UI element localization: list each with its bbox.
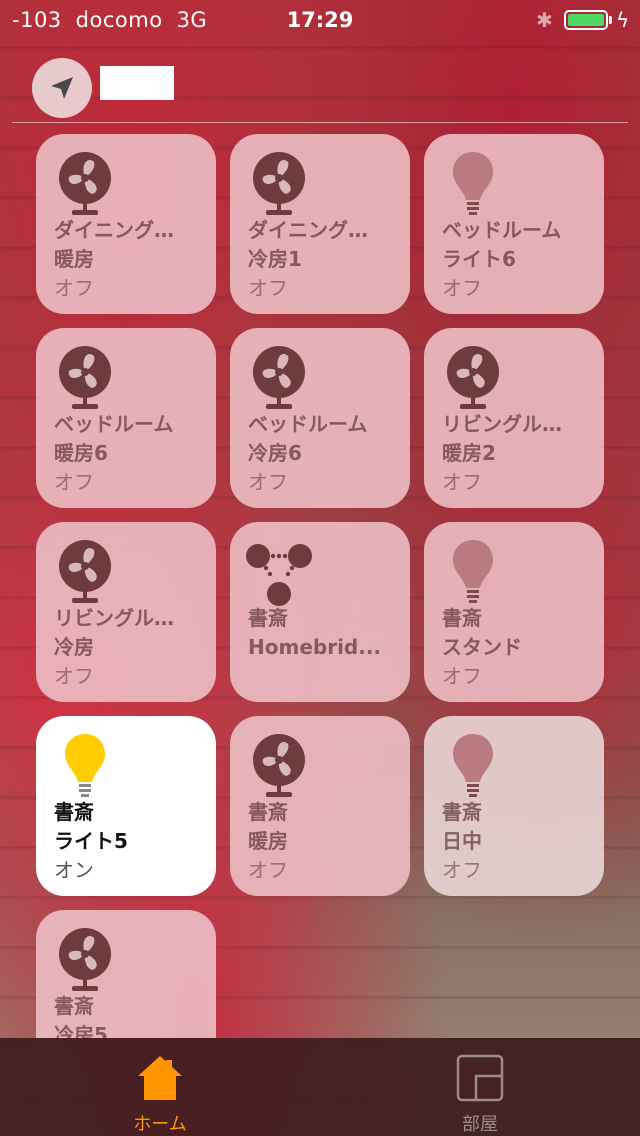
- accessory-room: 書斎: [442, 606, 482, 630]
- home-name[interactable]: [100, 66, 174, 100]
- accessory-text: 書斎ライト5 オン: [54, 798, 204, 885]
- accessory-name: 冷房6: [248, 441, 302, 465]
- status-bar: -103 docomo 3G 17:29 ✱ ϟ: [0, 0, 640, 40]
- accessory-status: オフ: [54, 276, 94, 300]
- accessory-tile[interactable]: 書斎 Homebrid...: [230, 522, 410, 702]
- accessory-tile[interactable]: 書斎 暖房 オフ: [230, 716, 410, 896]
- accessory-tile[interactable]: リビングル… 暖房2 オフ: [424, 328, 604, 508]
- accessory-text: ダイニング… 暖房オフ: [54, 216, 204, 303]
- accessory-text: 書斎 スタンド オフ: [442, 604, 592, 691]
- tab-home[interactable]: ホーム: [60, 1038, 260, 1136]
- accessory-room: リビングル…: [442, 412, 562, 436]
- accessory-room: ダイニング…: [248, 218, 368, 242]
- accessory-text: リビングル… 暖房2 オフ: [442, 410, 592, 497]
- fan-icon: [438, 342, 508, 412]
- accessory-status: オフ: [54, 664, 94, 688]
- fan-icon: [244, 148, 314, 218]
- accessory-tile[interactable]: ダイニング… 暖房オフ: [36, 134, 216, 314]
- accessory-name: 冷房5: [54, 1023, 108, 1038]
- accessory-tile[interactable]: ダイニング… 冷房1 オフ: [230, 134, 410, 314]
- accessory-tile[interactable]: リビングル… 冷房オフ: [36, 522, 216, 702]
- accessory-room: 書斎: [248, 606, 288, 630]
- accessory-name: スタンド: [442, 635, 522, 659]
- accessory-room: 書斎: [54, 994, 94, 1018]
- accessory-text: ダイニング… 冷房1 オフ: [248, 216, 398, 303]
- accessory-status: オフ: [442, 470, 482, 494]
- bridge-icon: [244, 536, 314, 606]
- accessory-tile[interactable]: 書斎冷房5オフ: [36, 910, 216, 1038]
- bluetooth-icon: ✱: [536, 8, 553, 32]
- accessory-grid: ダイニング… 暖房 オフ ダイニング… 冷房1 オフ ベッドルーム ライト6 オフ ベッドルーム暖…: [0, 122, 640, 1038]
- accessory-room: 書斎: [54, 800, 94, 824]
- tab-rooms[interactable]: 部屋: [380, 1038, 580, 1136]
- lightbulb-icon: [438, 536, 508, 606]
- fan-icon: [50, 342, 120, 412]
- battery-icon: [564, 10, 608, 30]
- accessory-room: 書斎: [248, 800, 288, 824]
- tab-home-label: ホーム: [133, 1114, 187, 1135]
- accessory-tile[interactable]: ベッドルーム ライト6 オフ: [424, 134, 604, 314]
- accessory-tile[interactable]: ベッドルーム 暖房6 オフ: [36, 328, 216, 508]
- charging-bolt-icon: ϟ: [616, 8, 630, 32]
- rooms-icon: [456, 1054, 504, 1102]
- battery-level: [568, 14, 604, 26]
- tab-bar: ホーム 部屋: [0, 1038, 640, 1136]
- fan-icon: [50, 148, 120, 218]
- tab-rooms-label: 部屋: [462, 1114, 498, 1135]
- accessory-name: Homebrid...: [248, 635, 382, 659]
- accessory-name: 暖房: [248, 829, 288, 853]
- accessory-room: ダイニング…: [54, 218, 174, 242]
- fan-icon: [50, 924, 120, 994]
- accessory-text: リビングル… 冷房オフ: [54, 604, 204, 691]
- accessory-name: 冷房: [54, 635, 94, 659]
- accessory-name: 暖房2: [442, 441, 496, 465]
- accessory-room: ベッドルーム: [54, 412, 174, 436]
- accessory-status: オフ: [54, 470, 94, 494]
- accessory-text: 書斎 Homebrid...: [248, 604, 398, 662]
- accessory-text: ベッドルーム 暖房6 オフ: [54, 410, 204, 497]
- accessory-name: 暖房: [54, 247, 94, 271]
- accessory-text: 書斎 暖房 オフ: [248, 798, 398, 885]
- accessory-text: 書斎冷房5オフ: [54, 992, 204, 1038]
- accessory-name: 冷房1: [248, 247, 302, 271]
- accessory-text: ベッドルーム 冷房6 オフ: [248, 410, 398, 497]
- accessory-tile[interactable]: ベッドルーム 冷房6 オフ: [230, 328, 410, 508]
- accessory-text: 書斎 日中 オフ: [442, 798, 592, 885]
- accessory-name: 暖房6: [54, 441, 108, 465]
- accessory-room: 書斎: [442, 800, 482, 824]
- accessory-status: オフ: [248, 470, 288, 494]
- fan-icon: [244, 730, 314, 800]
- location-button[interactable]: [32, 58, 92, 118]
- accessory-status: オフ: [442, 858, 482, 882]
- location-arrow-icon: [51, 77, 73, 99]
- accessory-status: オフ: [442, 276, 482, 300]
- accessory-room: リビングル…: [54, 606, 174, 630]
- accessory-tile[interactable]: 書斎ライト5 オン: [36, 716, 216, 896]
- house-icon: [138, 1056, 182, 1100]
- accessory-tile[interactable]: 書斎 スタンド オフ: [424, 522, 604, 702]
- accessory-room: ベッドルーム: [442, 218, 562, 242]
- fan-icon: [50, 536, 120, 606]
- fan-icon: [244, 342, 314, 412]
- accessory-status: オン: [54, 858, 94, 882]
- accessory-name: ライト5: [54, 829, 128, 853]
- accessory-room: ベッドルーム: [248, 412, 368, 436]
- accessory-name: 日中: [442, 829, 482, 853]
- accessory-text: ベッドルーム ライト6 オフ: [442, 216, 592, 303]
- accessory-status: オフ: [442, 664, 482, 688]
- accessory-status: オフ: [248, 858, 288, 882]
- lightbulb-icon: [50, 730, 120, 800]
- battery-nub: [609, 16, 612, 24]
- accessory-name: ライト6: [442, 247, 516, 271]
- lightbulb-icon: [438, 148, 508, 218]
- header: [0, 50, 640, 122]
- accessory-status: オフ: [248, 276, 288, 300]
- accessory-tile[interactable]: 書斎 日中 オフ: [424, 716, 604, 896]
- lightbulb-icon: [438, 730, 508, 800]
